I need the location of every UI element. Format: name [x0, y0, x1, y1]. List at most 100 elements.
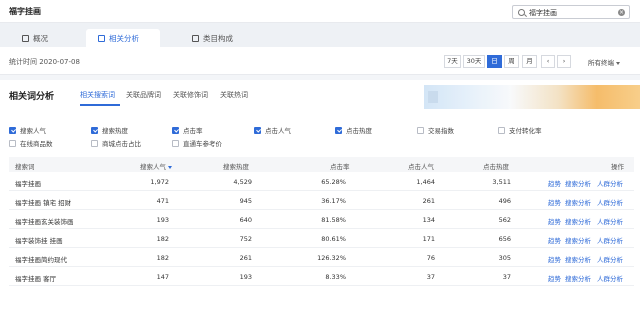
metric-online-items[interactable]: 在线商品数 [9, 138, 53, 148]
col-ctr[interactable]: 点击率 [330, 161, 350, 171]
table-header: 搜索词 搜索人气 搜索热度 点击率 点击人气 点击热度 操作 [9, 157, 634, 172]
subtab-related-search[interactable]: 相关搜索词 [80, 90, 115, 100]
value-cell: 37 [502, 273, 511, 281]
trend-link[interactable]: 趋势 [548, 216, 561, 226]
table-row: 福字挂画 客厅 147 193 8.33% 37 37 趋势 搜索分析 人群分析 [9, 267, 634, 286]
value-cell: 3,511 [492, 178, 511, 186]
search-analysis-link[interactable]: 搜索分析 [565, 235, 591, 245]
keyword-cell: 福字挂画 [15, 180, 41, 188]
trend-link[interactable]: 趋势 [548, 197, 561, 207]
search-analysis-link[interactable]: 搜索分析 [565, 254, 591, 264]
category-icon [192, 34, 199, 42]
metric-ztc-price[interactable]: 直通车参考价 [172, 138, 222, 148]
period-month[interactable]: 月 [522, 55, 537, 68]
tab-category[interactable]: 类目构成 [180, 29, 245, 47]
value-cell: 496 [498, 197, 511, 205]
period-week[interactable]: 周 [504, 55, 519, 68]
active-tab-indicator [80, 104, 120, 106]
crowd-analysis-link[interactable]: 人群分析 [597, 235, 623, 245]
trend-link[interactable]: 趋势 [548, 254, 561, 264]
blurred-banner [424, 85, 640, 109]
subtab-hot[interactable]: 关联热词 [220, 90, 248, 100]
metric-pay-conversion[interactable]: 支付转化率 [498, 125, 542, 135]
metric-mall-click-share[interactable]: 商城点击占比 [91, 138, 141, 148]
value-cell: 261 [239, 254, 252, 262]
keyword-cell: 福字装饰挂 挂画 [15, 237, 63, 245]
search-analysis-link[interactable]: 搜索分析 [565, 216, 591, 226]
main-tabs: 概况 相关分析 类目构成 [0, 23, 640, 47]
col-click-heat[interactable]: 点击热度 [483, 161, 509, 171]
value-cell: 471 [156, 197, 169, 205]
col-actions: 操作 [611, 163, 624, 171]
col-search-heat[interactable]: 搜索热度 [223, 161, 249, 171]
prev-button[interactable]: ‹ [541, 55, 555, 68]
value-cell: 752 [239, 235, 252, 243]
crowd-analysis-link[interactable]: 人群分析 [597, 178, 623, 188]
trend-link[interactable]: 趋势 [548, 235, 561, 245]
value-cell: 640 [239, 216, 252, 224]
value-cell: 193 [239, 273, 252, 281]
col-click-popularity[interactable]: 点击人气 [408, 161, 434, 171]
crowd-analysis-link[interactable]: 人群分析 [597, 197, 623, 207]
checkbox-checked-icon [172, 126, 179, 134]
value-cell: 76 [426, 254, 435, 262]
table-row: 福字挂画玄关装饰画 193 640 81.58% 134 562 趋势 搜索分析 人群分析 [9, 210, 634, 229]
top-bar: 福字挂画 福字挂画 × [0, 0, 640, 23]
crowd-analysis-link[interactable]: 人群分析 [597, 273, 623, 283]
value-cell: 182 [156, 235, 169, 243]
period-day[interactable]: 日 [487, 55, 502, 68]
checkbox-icon [172, 139, 179, 147]
col-keyword: 搜索词 [15, 163, 35, 171]
keyword-cell: 福字挂画玄关装饰画 [15, 218, 74, 226]
trend-link[interactable]: 趋势 [548, 273, 561, 283]
metric-ctr[interactable]: 点击率 [172, 125, 203, 135]
analysis-icon [98, 34, 105, 42]
crowd-analysis-link[interactable]: 人群分析 [597, 254, 623, 264]
value-cell: 305 [498, 254, 511, 262]
metric-trade-index[interactable]: 交易指数 [417, 125, 454, 135]
checkbox-checked-icon [9, 126, 16, 134]
overview-icon [22, 34, 29, 42]
col-search-popularity[interactable]: 搜索人气 [140, 161, 172, 171]
terminal-select[interactable]: 所有终端 [588, 57, 620, 67]
value-cell: 1,972 [150, 178, 169, 186]
metric-search-popularity[interactable]: 搜索人气 [9, 125, 46, 135]
period-30d[interactable]: 30天 [463, 55, 485, 68]
period-7d[interactable]: 7天 [444, 55, 461, 68]
value-cell: 182 [156, 254, 169, 262]
sort-desc-icon [168, 165, 172, 169]
table-row: 福字挂画简约现代 182 261 126.32% 76 305 趋势 搜索分析 人群分析 [9, 248, 634, 267]
value-cell: 193 [156, 216, 169, 224]
keyword-cell: 福字挂画简约现代 [15, 256, 67, 264]
value-cell: 945 [239, 197, 252, 205]
stat-time: 统计时间 2020-07-08 [9, 58, 80, 66]
search-input[interactable]: 福字挂画 × [512, 5, 630, 19]
value-cell: 134 [422, 216, 435, 224]
metric-click-popularity[interactable]: 点击人气 [254, 125, 291, 135]
value-cell: 147 [156, 273, 169, 281]
value-cell: 562 [498, 216, 511, 224]
search-value: 福字挂画 [529, 9, 557, 17]
metric-search-heat[interactable]: 搜索热度 [91, 125, 128, 135]
trend-link[interactable]: 趋势 [548, 178, 561, 188]
clear-icon[interactable]: × [618, 9, 625, 16]
value-cell: 1,464 [416, 178, 435, 186]
next-button[interactable]: › [557, 55, 571, 68]
value-cell: 4,529 [233, 178, 252, 186]
tab-overview[interactable]: 概况 [10, 29, 60, 47]
search-icon [518, 9, 525, 16]
value-cell: 171 [422, 235, 435, 243]
crowd-analysis-link[interactable]: 人群分析 [597, 216, 623, 226]
search-analysis-link[interactable]: 搜索分析 [565, 178, 591, 188]
subtab-brand[interactable]: 关联品牌词 [126, 90, 161, 100]
search-analysis-link[interactable]: 搜索分析 [565, 197, 591, 207]
checkbox-icon [417, 126, 424, 134]
value-cell: 65.28% [321, 178, 346, 186]
search-analysis-link[interactable]: 搜索分析 [565, 273, 591, 283]
table-row: 福字装饰挂 挂画 182 752 80.61% 171 656 趋势 搜索分析 人群分析 [9, 229, 634, 248]
metric-click-heat[interactable]: 点击热度 [335, 125, 372, 135]
tab-related-analysis[interactable]: 相关分析 [86, 29, 160, 47]
keyword-cell: 福字挂画 镇宅 招财 [15, 199, 72, 207]
value-cell: 126.32% [317, 254, 346, 262]
subtab-modifier[interactable]: 关联修饰词 [173, 90, 208, 100]
